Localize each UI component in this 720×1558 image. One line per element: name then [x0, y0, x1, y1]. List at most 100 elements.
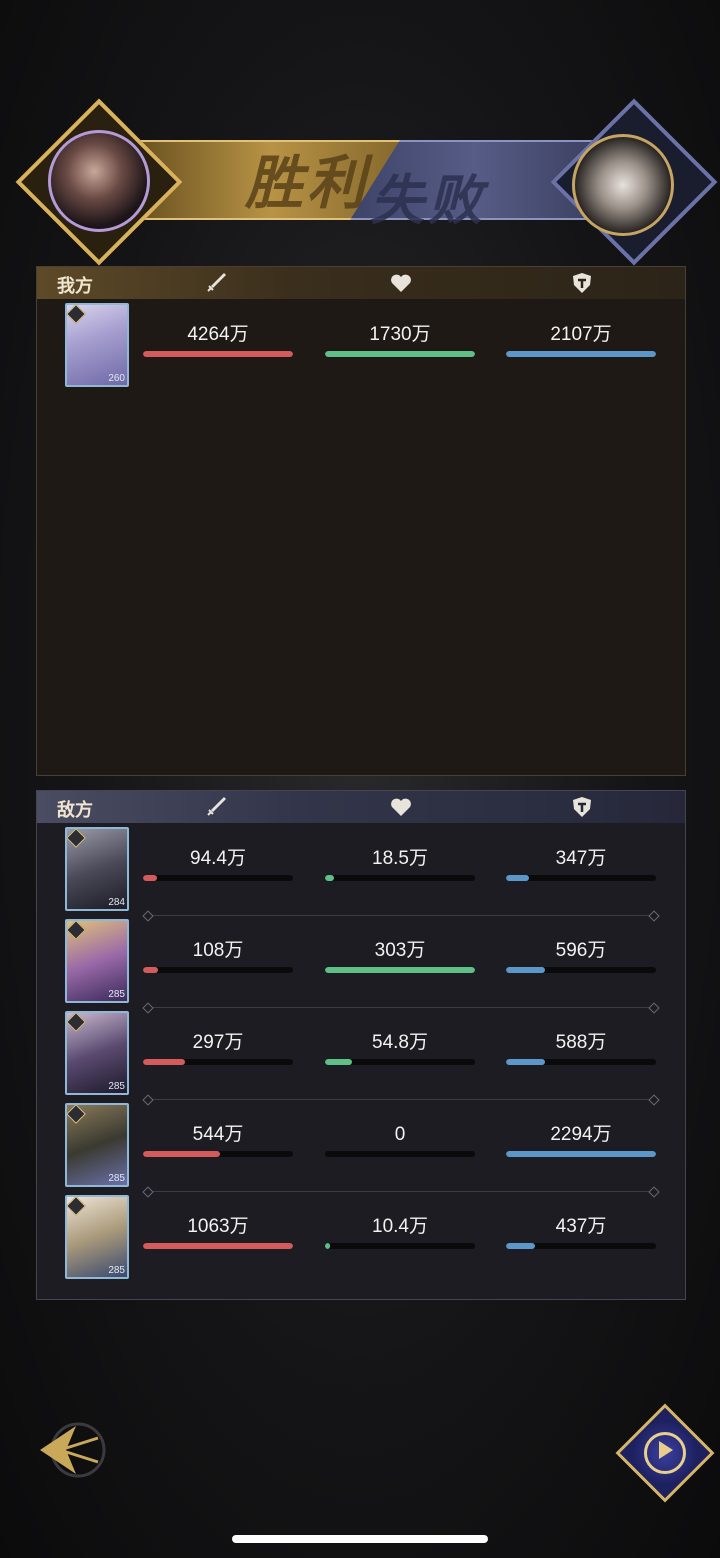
def-value: 2294万: [550, 1124, 612, 1145]
unit-level: 260: [108, 373, 125, 384]
enemy-panel-title: 敌方: [57, 800, 93, 821]
hp-bar-fill: [325, 1243, 330, 1249]
hp-value: 303万: [374, 940, 426, 961]
hp-bar-fill: [325, 967, 475, 973]
def-bar-fill: [506, 875, 529, 881]
hp-stat: 54.8万: [325, 1031, 475, 1065]
atk-stat: 297万: [143, 1031, 293, 1065]
hp-stat: 18.5万: [325, 847, 475, 881]
atk-stat: 4264万: [143, 323, 293, 357]
hp-value: 18.5万: [372, 848, 428, 869]
hp-value: 0: [394, 1124, 406, 1145]
unit-row: 285 1063万 10.4万 437万: [37, 1193, 685, 1279]
unit-level: 285: [108, 1173, 125, 1184]
ally-panel-header: 我方: [37, 267, 685, 299]
atk-stat: 108万: [143, 939, 293, 973]
atk-bar: [143, 875, 293, 881]
row-divider: [147, 1007, 655, 1008]
def-bar: [506, 1243, 656, 1249]
ally-panel: 我方 260 4264万 1730万 2107万: [36, 266, 686, 776]
def-value: 2107万: [550, 324, 612, 345]
unit-card[interactable]: 285: [65, 1195, 129, 1279]
def-value: 588万: [555, 1032, 607, 1053]
def-stat: 2107万: [506, 323, 656, 357]
home-indicator[interactable]: [232, 1535, 488, 1543]
def-bar: [506, 967, 656, 973]
def-stat: 596万: [506, 939, 656, 973]
heart-icon: [389, 271, 413, 295]
atk-bar: [143, 351, 293, 357]
def-bar-fill: [506, 967, 545, 973]
atk-value: 4264万: [187, 324, 249, 345]
row-divider: [147, 1099, 655, 1100]
unit-card[interactable]: 285: [65, 1011, 129, 1095]
unit-card[interactable]: 285: [65, 1103, 129, 1187]
enemy-panel: 敌方 284 94.4万 18.5万 347万 285 108万 303万 596万 285 29…: [36, 790, 686, 1300]
unit-row: 285 544万 0 2294万: [37, 1101, 685, 1187]
shield-icon: [570, 795, 594, 819]
play-triangle-icon: [659, 1441, 673, 1459]
enemy-leader-portrait: [572, 134, 674, 236]
hp-stat: 303万: [325, 939, 475, 973]
row-divider: [147, 1191, 655, 1192]
defeat-label: 失败: [370, 168, 486, 232]
shield-icon: [570, 271, 594, 295]
rarity-badge-icon: [67, 1105, 86, 1124]
atk-bar: [143, 1243, 293, 1249]
def-bar-fill: [506, 1059, 545, 1065]
def-stat: 588万: [506, 1031, 656, 1065]
back-arrow-icon: [40, 1422, 106, 1478]
back-button[interactable]: [36, 1418, 108, 1482]
hp-bar-fill: [325, 875, 334, 881]
def-value: 347万: [555, 848, 607, 869]
hp-bar: [325, 351, 475, 357]
sword-icon: [204, 795, 228, 819]
unit-card[interactable]: 284: [65, 827, 129, 911]
unit-row: 285 108万 303万 596万: [37, 917, 685, 1003]
atk-bar-fill: [143, 967, 158, 973]
sword-icon: [204, 271, 228, 295]
unit-row: 284 94.4万 18.5万 347万: [37, 825, 685, 911]
rarity-badge-icon: [67, 829, 86, 848]
hp-stat: 1730万: [325, 323, 475, 357]
atk-stat: 94.4万: [143, 847, 293, 881]
rarity-badge-icon: [67, 1197, 86, 1216]
hp-value: 54.8万: [372, 1032, 428, 1053]
def-bar: [506, 875, 656, 881]
rarity-badge-icon: [67, 1013, 86, 1032]
unit-row: 260 4264万 1730万 2107万: [37, 301, 685, 387]
unit-level: 284: [108, 897, 125, 908]
hp-bar: [325, 875, 475, 881]
atk-value: 108万: [192, 940, 244, 961]
atk-bar-fill: [143, 1243, 293, 1249]
hp-value: 1730万: [369, 324, 431, 345]
unit-card[interactable]: 285: [65, 919, 129, 1003]
unit-card[interactable]: 260: [65, 303, 129, 387]
rarity-badge-icon: [67, 305, 86, 324]
atk-stat: 1063万: [143, 1215, 293, 1249]
atk-bar-fill: [143, 351, 293, 357]
row-divider: [147, 915, 655, 916]
atk-bar: [143, 1151, 293, 1157]
hp-bar: [325, 967, 475, 973]
hp-bar: [325, 1151, 475, 1157]
atk-bar: [143, 1059, 293, 1065]
hp-stat: 10.4万: [325, 1215, 475, 1249]
atk-value: 544万: [192, 1124, 244, 1145]
hp-stat: 0: [325, 1123, 475, 1157]
enemy-panel-header: 敌方: [37, 791, 685, 823]
atk-stat: 544万: [143, 1123, 293, 1157]
unit-level: 285: [108, 989, 125, 1000]
def-bar: [506, 351, 656, 357]
def-bar: [506, 1059, 656, 1065]
hp-bar: [325, 1059, 475, 1065]
rarity-badge-icon: [67, 921, 86, 940]
unit-level: 285: [108, 1081, 125, 1092]
hp-value: 10.4万: [372, 1216, 428, 1237]
unit-level: 285: [108, 1265, 125, 1276]
def-bar-fill: [506, 1151, 656, 1157]
def-bar: [506, 1151, 656, 1157]
ally-leader-portrait: [48, 130, 150, 232]
heart-icon: [389, 795, 413, 819]
def-bar-fill: [506, 351, 656, 357]
